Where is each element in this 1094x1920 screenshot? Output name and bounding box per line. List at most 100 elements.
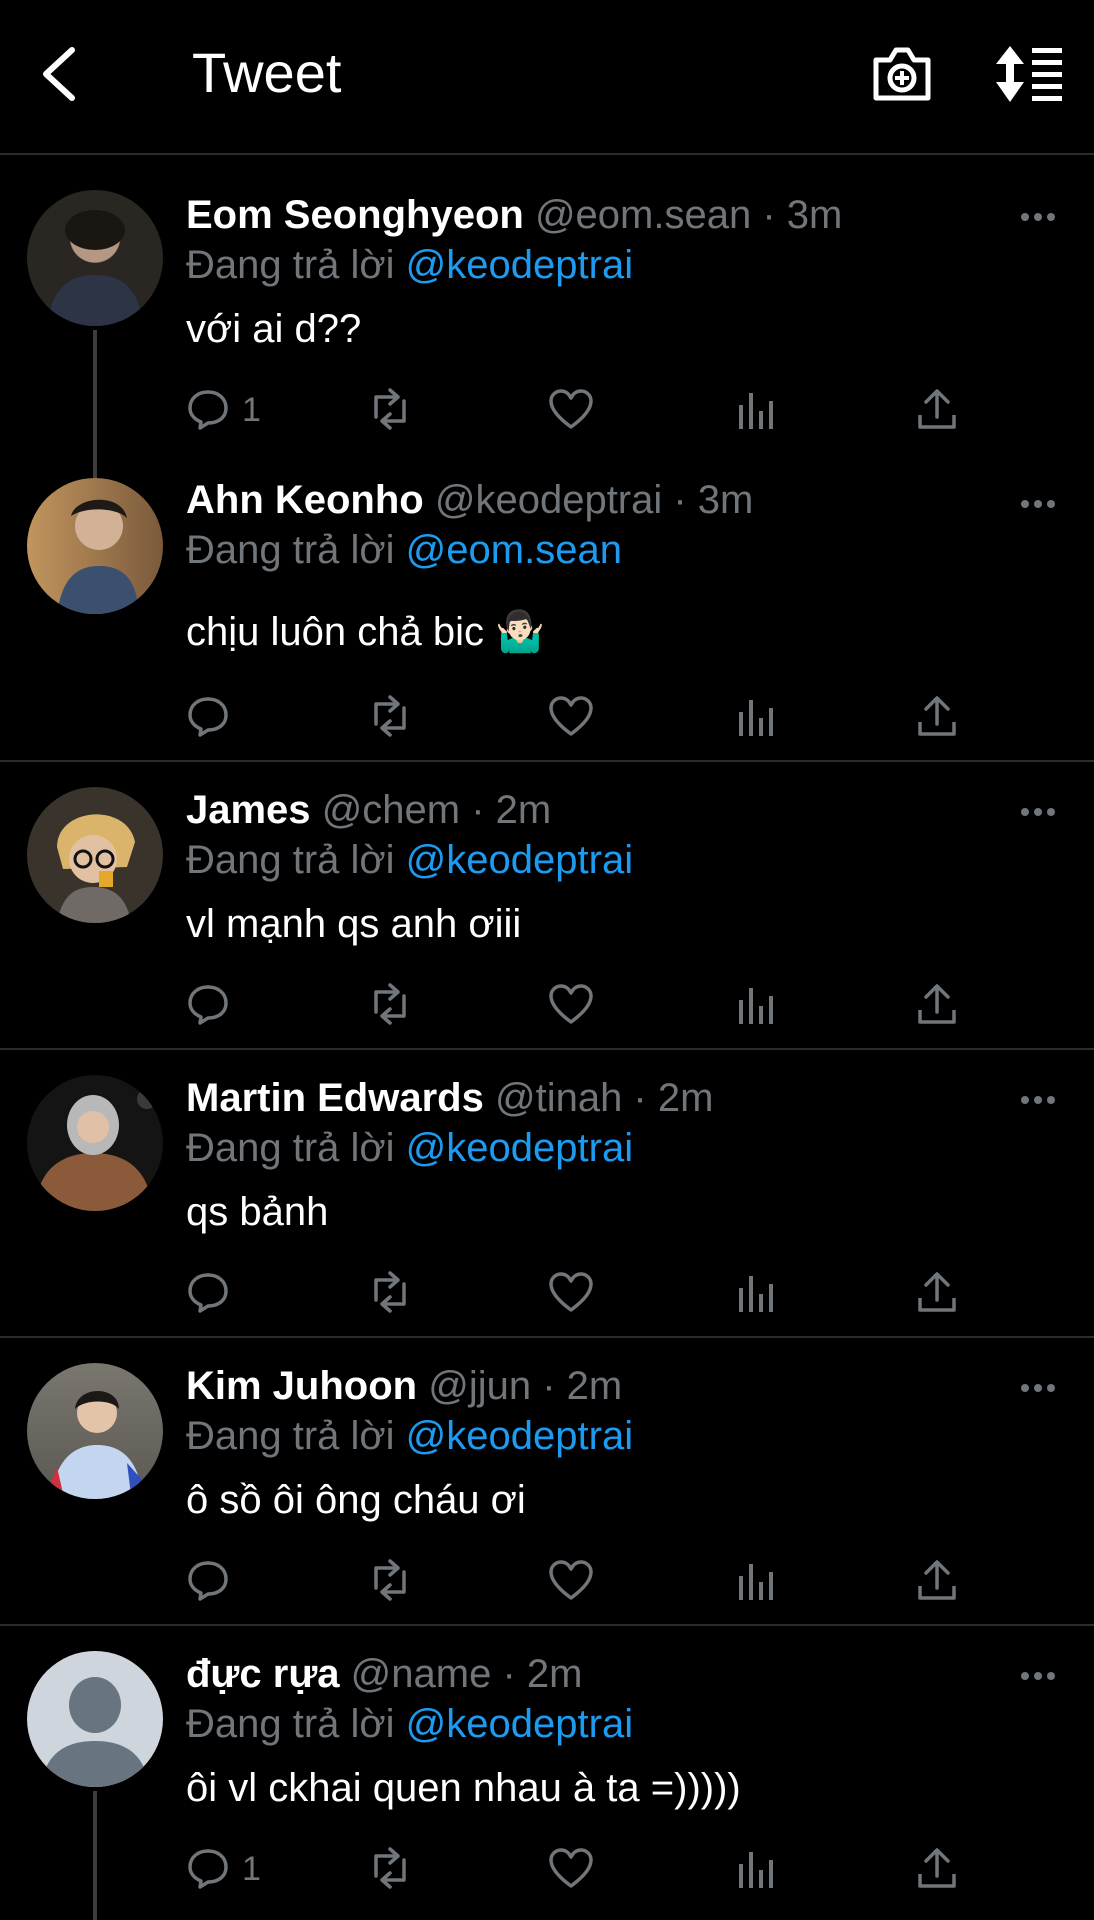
tweet-header: Ahn Keonho @keodeptrai · 3m: [186, 478, 753, 523]
share-icon: [918, 1272, 956, 1312]
reply-prefix: Đang trả lời: [186, 528, 395, 572]
like-button[interactable]: [548, 694, 594, 742]
tweet[interactable]: Kim Juhoon @jjun · 2m Đang trả lời @keod…: [0, 1338, 1094, 1626]
tweet[interactable]: đực rựa @name · 2m Đang trả lời @keodept…: [0, 1626, 1094, 1920]
retweet-button[interactable]: [366, 982, 414, 1030]
retweet-button[interactable]: [366, 1270, 414, 1318]
share-button[interactable]: [916, 1846, 958, 1894]
like-button[interactable]: [548, 1558, 594, 1606]
display-name[interactable]: Martin Edwards: [186, 1076, 484, 1120]
tweet-actions: 1: [186, 1846, 986, 1894]
reply-mention[interactable]: @keodeptrai: [406, 243, 633, 287]
display-name[interactable]: James: [186, 788, 311, 832]
display-name[interactable]: Ahn Keonho: [186, 478, 424, 522]
heart-icon: [549, 696, 593, 736]
more-options-icon[interactable]: [1020, 1094, 1056, 1106]
tweet-text: ô sồ ôi ông cháu ơi: [186, 1478, 526, 1522]
reply-button[interactable]: [186, 982, 266, 1030]
more-options-icon[interactable]: [1020, 498, 1056, 510]
reply-mention[interactable]: @keodeptrai: [406, 1126, 633, 1170]
share-button[interactable]: [916, 694, 958, 742]
more-options-icon[interactable]: [1020, 1382, 1056, 1394]
analytics-button[interactable]: [736, 1846, 776, 1894]
retweet-icon: [374, 388, 406, 430]
more-options-icon[interactable]: [1020, 211, 1056, 223]
avatar[interactable]: [27, 787, 163, 923]
reply-button[interactable]: [186, 694, 266, 742]
retweet-button[interactable]: [366, 1558, 414, 1606]
analytics-button[interactable]: [736, 694, 776, 742]
reply-prefix: Đang trả lời: [186, 838, 395, 882]
tweet[interactable]: Martin Edwards @tinah · 2m Đang trả lời …: [0, 1050, 1094, 1338]
bar-chart-icon: [739, 1564, 773, 1600]
reply-mention[interactable]: @keodeptrai: [406, 1414, 633, 1458]
display-name[interactable]: Eom Seonghyeon: [186, 193, 524, 237]
avatar[interactable]: [27, 478, 163, 614]
display-name[interactable]: Kim Juhoon: [186, 1364, 417, 1408]
handle-time: @chem · 2m: [321, 788, 552, 832]
share-button[interactable]: [916, 1558, 958, 1606]
retweet-icon: [374, 983, 406, 1025]
retweet-button[interactable]: [366, 694, 414, 742]
heart-icon: [549, 984, 593, 1024]
reply-button[interactable]: [186, 1558, 266, 1606]
analytics-button[interactable]: [736, 1270, 776, 1318]
tweet-header: đực rựa @name · 2m: [186, 1652, 582, 1697]
heart-icon: [549, 1560, 593, 1600]
heart-icon: [549, 389, 593, 429]
share-button[interactable]: [916, 387, 958, 435]
retweet-icon: [374, 1559, 406, 1601]
tweet-header: James @chem · 2m: [186, 788, 551, 833]
tweet[interactable]: Ahn Keonho @keodeptrai · 3m Đang trả lời…: [0, 438, 1094, 762]
avatar[interactable]: [27, 1651, 163, 1787]
tweet-actions: [186, 1270, 986, 1318]
reply-context: Đang trả lời @keodeptrai: [186, 1414, 633, 1459]
share-icon: [918, 1848, 956, 1888]
avatar[interactable]: [27, 190, 163, 326]
like-button[interactable]: [548, 1270, 594, 1318]
tweet[interactable]: James @chem · 2m Đang trả lời @keodeptra…: [0, 762, 1094, 1050]
more-options-icon[interactable]: [1020, 1670, 1056, 1682]
share-button[interactable]: [916, 1270, 958, 1318]
analytics-button[interactable]: [736, 1558, 776, 1606]
retweet-button[interactable]: [366, 1846, 414, 1894]
reply-button[interactable]: 1: [186, 1846, 266, 1894]
like-button[interactable]: [548, 1846, 594, 1894]
analytics-button[interactable]: [736, 387, 776, 435]
page-title: Tweet: [192, 41, 342, 104]
handle-time: @name · 2m: [350, 1652, 583, 1696]
display-name[interactable]: đực rựa: [186, 1652, 340, 1696]
share-button[interactable]: [916, 982, 958, 1030]
reply-context: Đang trả lời @keodeptrai: [186, 838, 633, 883]
like-button[interactable]: [548, 982, 594, 1030]
tweet[interactable]: Eom Seonghyeon @eom.sean · 3m Đang trả l…: [0, 155, 1094, 480]
reply-mention[interactable]: @keodeptrai: [406, 838, 633, 882]
reply-icon: [188, 985, 228, 1025]
reply-mention[interactable]: @keodeptrai: [406, 1702, 633, 1746]
reply-mention[interactable]: @eom.sean: [406, 528, 622, 572]
avatar[interactable]: [27, 1363, 163, 1499]
analytics-button[interactable]: [736, 982, 776, 1030]
bar-chart-icon: [739, 1852, 773, 1888]
reply-count: 1: [242, 391, 261, 429]
like-button[interactable]: [548, 387, 594, 435]
bar-chart-icon: [739, 700, 773, 736]
reply-button[interactable]: 1: [186, 387, 266, 435]
thread-line: [93, 1791, 97, 1920]
retweet-button[interactable]: [366, 387, 414, 435]
sort-icon[interactable]: [996, 46, 1062, 102]
tweet-actions: [186, 694, 986, 742]
reply-count: 1: [242, 1850, 261, 1888]
tweet-text: chịu luôn chả bic 🤷🏻‍♂️: [186, 610, 545, 654]
reply-icon: [188, 1273, 228, 1313]
avatar[interactable]: [27, 1075, 163, 1211]
reply-button[interactable]: [186, 1270, 266, 1318]
tweet-header: Kim Juhoon @jjun · 2m: [186, 1364, 622, 1409]
more-options-icon[interactable]: [1020, 806, 1056, 818]
camera-plus-icon[interactable]: [872, 44, 932, 102]
back-arrow-icon[interactable]: [38, 44, 82, 104]
top-bar: Tweet: [0, 0, 1094, 155]
share-icon: [918, 389, 956, 429]
reply-prefix: Đang trả lời: [186, 1414, 395, 1458]
bar-chart-icon: [739, 988, 773, 1024]
